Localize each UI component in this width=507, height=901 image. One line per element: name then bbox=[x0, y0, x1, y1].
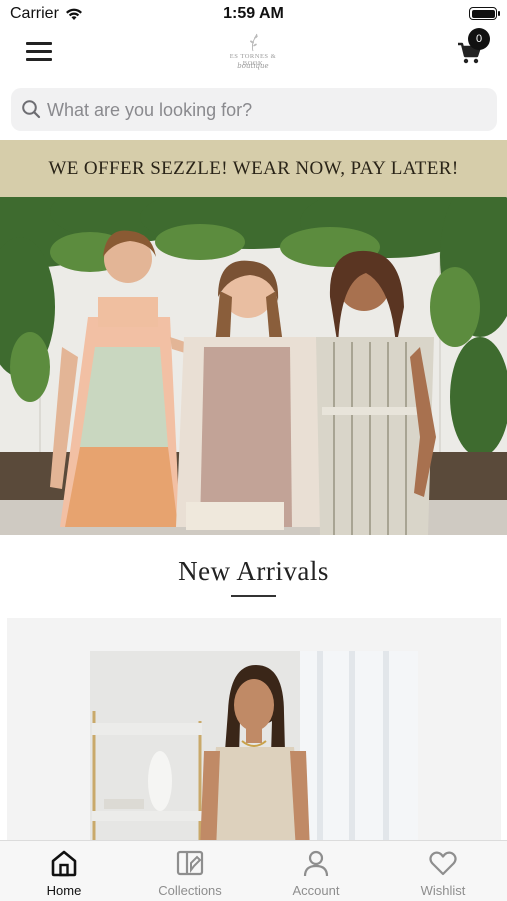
tab-collections[interactable]: Collections bbox=[127, 841, 253, 901]
status-time: 1:59 AM bbox=[223, 5, 284, 22]
search-icon bbox=[22, 100, 41, 119]
product-card[interactable] bbox=[7, 618, 501, 848]
tab-label-home: Home bbox=[46, 883, 82, 898]
tab-label-collections: Collections bbox=[158, 883, 222, 898]
tab-home[interactable]: Home bbox=[1, 841, 127, 901]
tab-label-wishlist: Wishlist bbox=[420, 883, 466, 898]
collections-icon bbox=[176, 850, 204, 876]
promo-text: WE OFFER SEZZLE! WEAR NOW, PAY LATER! bbox=[48, 157, 459, 179]
account-icon bbox=[303, 850, 329, 877]
app-header: ES TORNES & BOOK boutique 0 bbox=[0, 28, 507, 82]
search-bar[interactable] bbox=[11, 88, 497, 133]
heart-icon bbox=[429, 851, 457, 876]
section-title: New Arrivals bbox=[178, 556, 329, 586]
product-photo bbox=[90, 651, 418, 848]
tab-account[interactable]: Account bbox=[253, 841, 379, 901]
logo-leaf-icon bbox=[250, 33, 258, 52]
home-icon bbox=[51, 850, 77, 877]
search-input[interactable] bbox=[45, 88, 489, 133]
menu-button[interactable] bbox=[26, 42, 52, 64]
tab-label-account: Account bbox=[292, 883, 340, 898]
cart-count-badge: 0 bbox=[468, 28, 490, 50]
logo-script: boutique bbox=[237, 62, 269, 70]
store-logo[interactable]: ES TORNES & BOOK boutique bbox=[221, 31, 285, 79]
battery-icon bbox=[469, 7, 500, 20]
hero-photo bbox=[0, 197, 507, 535]
tab-wishlist[interactable]: Wishlist bbox=[380, 841, 506, 901]
promo-banner[interactable]: WE OFFER SEZZLE! WEAR NOW, PAY LATER! bbox=[0, 140, 507, 197]
hero-banner-image[interactable] bbox=[0, 197, 507, 535]
product-image[interactable] bbox=[90, 651, 418, 848]
status-bar: Carrier 1:59 AM bbox=[0, 0, 507, 28]
title-underline bbox=[231, 595, 276, 597]
bottom-tab-bar: Home Collections Account Wishlist bbox=[0, 840, 507, 901]
